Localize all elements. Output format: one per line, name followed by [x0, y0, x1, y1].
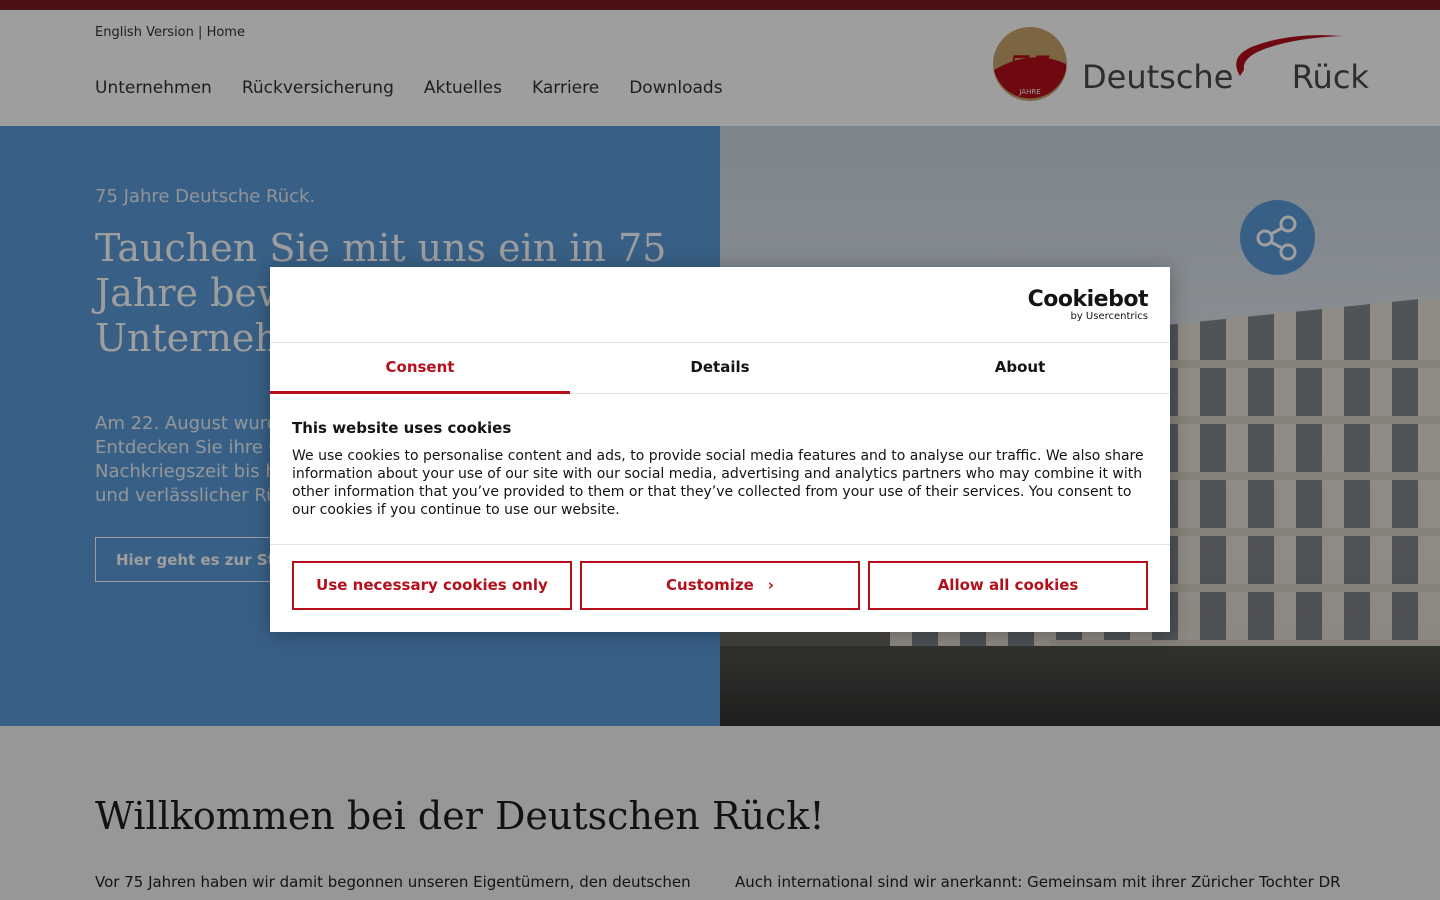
cookie-actions: Use necessary cookies only Customize › Al… [270, 545, 1170, 626]
necessary-cookies-button[interactable]: Use necessary cookies only [292, 561, 572, 610]
cookiebot-logo: Cookiebot by Usercentrics [1027, 287, 1149, 323]
cookie-consent-dialog: Cookiebot by Usercentrics Consent Detail… [270, 267, 1170, 632]
tab-about[interactable]: About [870, 343, 1170, 393]
chevron-right-icon: › [767, 576, 774, 594]
cookie-description: We use cookies to personalise content an… [292, 448, 1144, 518]
customize-button[interactable]: Customize › [580, 561, 860, 610]
cookie-heading: This website uses cookies [292, 419, 512, 437]
tab-details[interactable]: Details [570, 343, 870, 393]
cookiebot-brand-sub: by Usercentrics [1070, 311, 1148, 322]
necessary-cookies-label: Use necessary cookies only [316, 576, 548, 594]
customize-label: Customize [666, 576, 754, 594]
allow-all-label: Allow all cookies [937, 576, 1079, 594]
cookie-dialog-header: Cookiebot by Usercentrics [270, 267, 1170, 343]
cookiebot-brand: Cookiebot [1027, 287, 1149, 312]
allow-all-cookies-button[interactable]: Allow all cookies [868, 561, 1148, 610]
tab-consent[interactable]: Consent [270, 343, 570, 394]
cookie-tabs: Consent Details About [270, 343, 1170, 394]
cookie-dialog-body: This website uses cookies We use cookies… [270, 394, 1170, 545]
